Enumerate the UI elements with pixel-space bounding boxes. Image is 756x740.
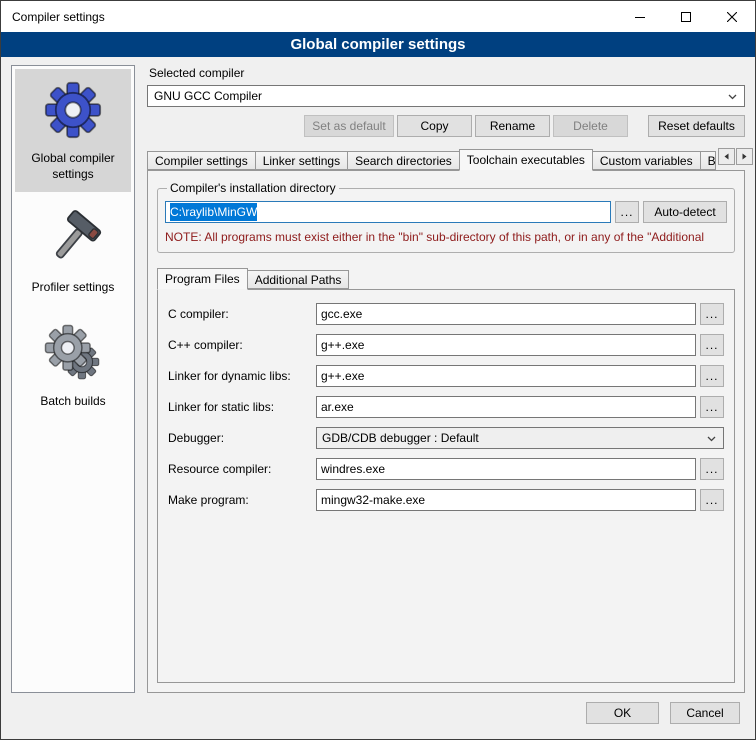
tab-compiler-settings[interactable]: Compiler settings [147,151,256,170]
linker-dynamic-row: Linker for dynamic libs: g++.exe ... [168,365,724,387]
make-program-browse-button[interactable]: ... [700,489,724,511]
toolchain-executables-page: Compiler's installation directory C:\ray… [147,170,745,693]
linker-dynamic-label: Linker for dynamic libs: [168,369,316,383]
cpp-compiler-input[interactable]: g++.exe [316,334,696,356]
cpp-compiler-row: C++ compiler: g++.exe ... [168,334,724,356]
cpp-compiler-browse-button[interactable]: ... [700,334,724,356]
window-controls [617,1,755,32]
program-files-tabs: Program Files Additional Paths [157,268,735,289]
titlebar[interactable]: Compiler settings [1,1,755,32]
settings-category-list: Global compiler settings Profiler settin… [11,65,135,693]
linker-dynamic-browse-button[interactable]: ... [700,365,724,387]
make-program-input[interactable]: mingw32-make.exe [316,489,696,511]
window-title: Compiler settings [12,10,105,24]
sidebar-item-global-compiler-settings[interactable]: Global compiler settings [15,69,131,192]
linker-static-label: Linker for static libs: [168,400,316,414]
set-as-default-button[interactable]: Set as default [304,115,394,137]
copy-button[interactable]: Copy [397,115,472,137]
installation-directory-browse-button[interactable]: ... [615,201,639,223]
chevron-down-icon [728,94,737,100]
installation-directory-input[interactable]: C:\raylib\MinGW [165,201,611,223]
cpp-compiler-label: C++ compiler: [168,338,316,352]
selected-compiler-dropdown[interactable]: GNU GCC Compiler [147,85,745,107]
tab-build-options[interactable]: Buil [700,151,716,170]
sidebar-item-label: Global compiler settings [17,151,129,182]
hammer-tool-icon [44,210,102,268]
tab-scroll-right-button[interactable] [736,148,753,165]
sidebar-item-profiler-settings[interactable]: Profiler settings [15,198,131,306]
selected-compiler-label: Selected compiler [149,66,745,80]
blue-gear-icon [44,81,102,139]
linker-static-input[interactable]: ar.exe [316,396,696,418]
maximize-icon [681,12,691,22]
linker-dynamic-input[interactable]: g++.exe [316,365,696,387]
compiler-buttons-row: Set as default Copy Rename Delete Reset … [147,115,745,137]
linker-dynamic-value: g++.exe [321,369,364,383]
resource-compiler-browse-button[interactable]: ... [700,458,724,480]
resource-compiler-row: Resource compiler: windres.exe ... [168,458,724,480]
linker-static-browse-button[interactable]: ... [700,396,724,418]
minimize-icon [635,12,645,22]
make-program-label: Make program: [168,493,316,507]
tab-scroll-left-button[interactable] [718,148,735,165]
group-title: Compiler's installation directory [167,181,339,195]
minimize-button[interactable] [617,1,663,32]
linker-static-row: Linker for static libs: ar.exe ... [168,396,724,418]
tab-linker-settings[interactable]: Linker settings [255,151,348,170]
arrow-right-icon [741,153,748,160]
chevron-down-icon [707,436,716,442]
resource-compiler-input[interactable]: windres.exe [316,458,696,480]
linker-static-value: ar.exe [321,400,354,414]
cancel-button[interactable]: Cancel [670,702,740,724]
bin-subdirectory-note: NOTE: All programs must exist either in … [165,230,727,244]
page-title: Global compiler settings [1,32,755,57]
dialog-footer: OK Cancel [1,697,755,739]
sidebar-item-batch-builds[interactable]: Batch builds [15,312,131,420]
gray-gears-icon [44,324,102,382]
tab-program-files[interactable]: Program Files [157,268,248,290]
tab-custom-variables[interactable]: Custom variables [592,151,701,170]
cpp-compiler-value: g++.exe [321,338,364,352]
close-button[interactable] [709,1,755,32]
reset-defaults-button[interactable]: Reset defaults [648,115,745,137]
sidebar-item-label: Batch builds [40,394,105,410]
compiler-settings-dialog: Compiler settings Global compiler settin… [0,0,756,740]
close-icon [727,12,737,22]
make-program-row: Make program: mingw32-make.exe ... [168,489,724,511]
resource-compiler-label: Resource compiler: [168,462,316,476]
debugger-label: Debugger: [168,431,316,445]
c-compiler-input[interactable]: gcc.exe [316,303,696,325]
c-compiler-browse-button[interactable]: ... [700,303,724,325]
installation-directory-value: C:\raylib\MinGW [170,203,257,221]
tab-scroll-controls [715,148,753,165]
debugger-row: Debugger: GDB/CDB debugger : Default [168,427,724,449]
arrow-left-icon [723,153,730,160]
installation-directory-row: C:\raylib\MinGW ... Auto-detect [165,201,727,223]
ok-button[interactable]: OK [586,702,659,724]
tab-additional-paths[interactable]: Additional Paths [247,270,350,289]
c-compiler-label: C compiler: [168,307,316,321]
tab-toolchain-executables[interactable]: Toolchain executables [459,149,593,171]
c-compiler-row: C compiler: gcc.exe ... [168,303,724,325]
selected-compiler-value: GNU GCC Compiler [154,89,262,103]
main-panel: Selected compiler GNU GCC Compiler Set a… [147,65,745,693]
maximize-button[interactable] [663,1,709,32]
installation-directory-group: Compiler's installation directory C:\ray… [157,188,735,253]
rename-button[interactable]: Rename [475,115,550,137]
dialog-content: Global compiler settings Profiler settin… [1,57,755,697]
delete-button[interactable]: Delete [553,115,628,137]
compiler-tabs: Compiler settings Linker settings Search… [147,148,745,170]
sidebar-item-label: Profiler settings [32,280,115,296]
make-program-value: mingw32-make.exe [321,493,425,507]
debugger-select[interactable]: GDB/CDB debugger : Default [316,427,724,449]
program-files-page: C compiler: gcc.exe ... C++ compiler: g+… [157,289,735,683]
tab-search-directories[interactable]: Search directories [347,151,460,170]
debugger-value: GDB/CDB debugger : Default [322,431,479,445]
c-compiler-value: gcc.exe [321,307,362,321]
auto-detect-button[interactable]: Auto-detect [643,201,727,223]
resource-compiler-value: windres.exe [321,462,385,476]
